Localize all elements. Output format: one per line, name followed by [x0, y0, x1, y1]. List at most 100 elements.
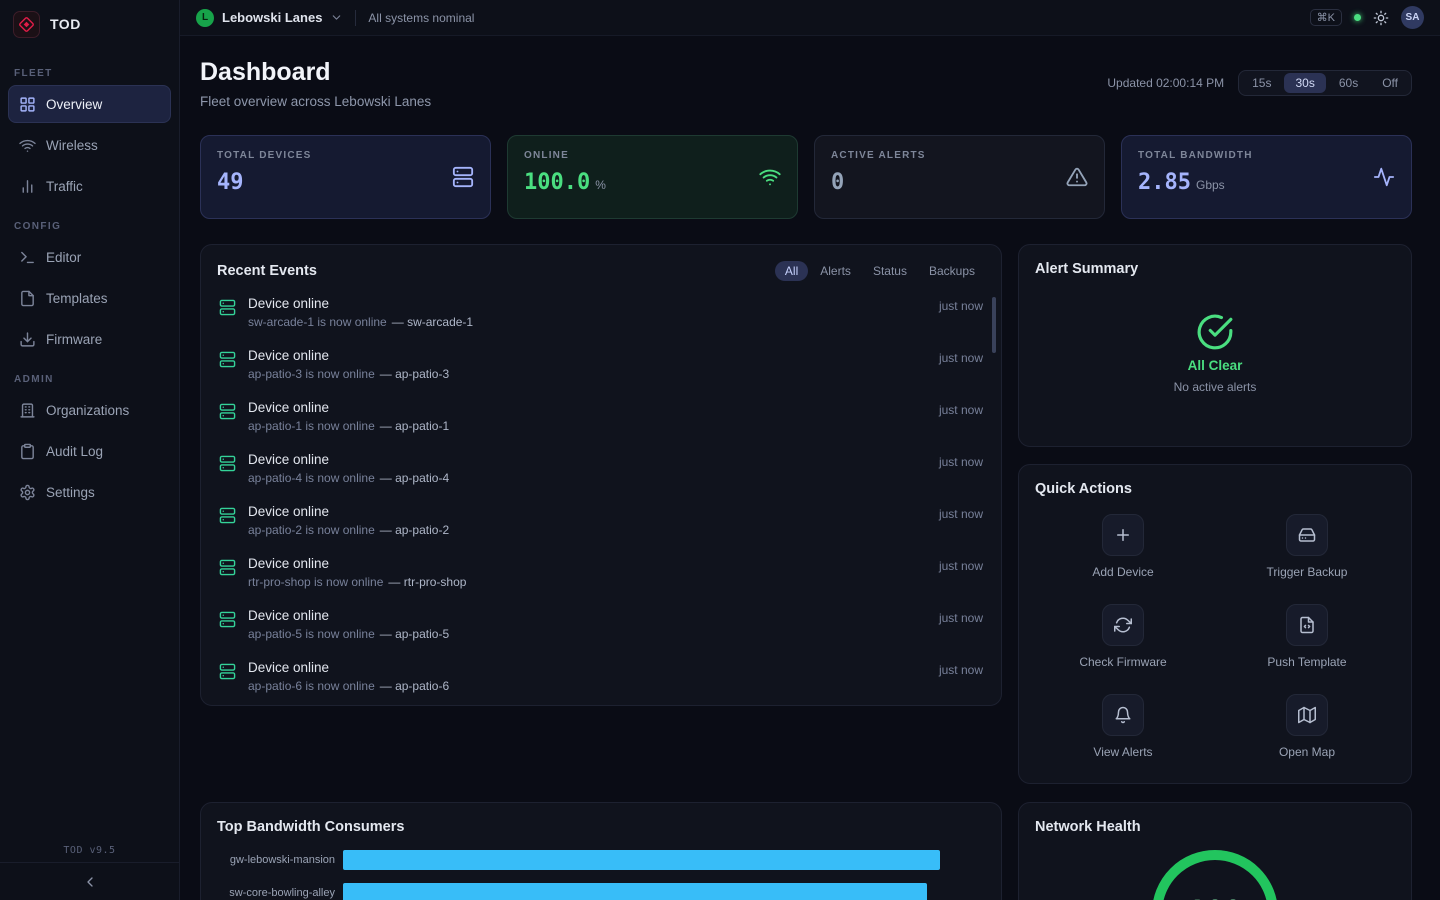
- event-device: — sw-arcade-1: [392, 315, 473, 329]
- quick-actions-title: Quick Actions: [1035, 481, 1395, 497]
- org-avatar: L: [196, 9, 214, 27]
- sidebar-item-audit-log[interactable]: Audit Log: [8, 432, 171, 470]
- event-row[interactable]: Device online ap-patio-5 is now online— …: [217, 599, 985, 651]
- sidebar-item-firmware[interactable]: Firmware: [8, 320, 171, 358]
- chevron-down-icon: [330, 11, 343, 24]
- wifi-icon: [19, 137, 36, 154]
- alert-summary-title: Alert Summary: [1035, 261, 1395, 277]
- quick-action-label: Open Map: [1279, 745, 1335, 759]
- stat-label: ACTIVE ALERTS: [831, 150, 1088, 161]
- event-row[interactable]: Device online ap-patio-3 is now online— …: [217, 339, 985, 391]
- quick-action-view-alerts[interactable]: View Alerts: [1035, 694, 1211, 759]
- event-device: — ap-patio-5: [380, 627, 449, 641]
- file-icon: [19, 290, 36, 307]
- quick-action-label: View Alerts: [1093, 745, 1152, 759]
- dashboard-content: Dashboard Fleet overview across Lebowski…: [180, 36, 1440, 900]
- sidebar-item-wireless[interactable]: Wireless: [8, 126, 171, 164]
- stat-unit: %: [595, 178, 606, 192]
- main-area: L Lebowski Lanes All systems nominal ⌘K …: [180, 0, 1440, 900]
- event-row[interactable]: Device online rtr-pro-shop is now online…: [217, 547, 985, 599]
- event-detail: ap-patio-5 is now online: [248, 627, 375, 641]
- quick-action-check-firmware[interactable]: Check Firmware: [1035, 604, 1211, 669]
- terminal-icon: [19, 249, 36, 266]
- event-row[interactable]: Device online ap-patio-1 is now online— …: [217, 391, 985, 443]
- sidebar-nav: FLEET Overview Wireless: [0, 48, 179, 862]
- event-detail: ap-patio-3 is now online: [248, 367, 375, 381]
- sun-icon[interactable]: [1373, 10, 1389, 26]
- network-health-panel: Network Health 100: [1018, 802, 1412, 900]
- event-time: just now: [939, 608, 983, 625]
- bandwidth-chart: gw-lebowski-mansionsw-core-bowling-alley: [217, 850, 985, 900]
- sidebar-item-traffic[interactable]: Traffic: [8, 167, 171, 205]
- stat-value: 2.85: [1138, 170, 1191, 195]
- activity-icon: [1373, 166, 1395, 188]
- event-device: — ap-patio-3: [380, 367, 449, 381]
- user-avatar[interactable]: SA: [1401, 6, 1424, 29]
- sidebar-item-label: Overview: [46, 97, 102, 112]
- sidebar-item-label: Wireless: [46, 138, 98, 153]
- quick-actions-panel: Quick Actions Add Device Trigger: [1018, 464, 1412, 784]
- sidebar-section: FLEET Overview Wireless: [0, 68, 179, 205]
- server-icon: [219, 663, 236, 680]
- refresh-off[interactable]: Off: [1371, 73, 1409, 93]
- event-row[interactable]: Device online ap-patio-6 is now online— …: [217, 651, 985, 703]
- grid-icon: [19, 96, 36, 113]
- sidebar-item-label: Audit Log: [46, 444, 103, 459]
- quick-action-add-device[interactable]: Add Device: [1035, 514, 1211, 579]
- quick-action-push-template[interactable]: Push Template: [1219, 604, 1395, 669]
- network-health-value: 100: [1149, 847, 1281, 900]
- recent-events-title: Recent Events: [217, 263, 317, 279]
- hard-drive-icon: [1298, 526, 1316, 544]
- page-subtitle: Fleet overview across Lebowski Lanes: [200, 94, 431, 109]
- server-icon: [219, 455, 236, 472]
- event-time: just now: [939, 504, 983, 521]
- events-filter-status[interactable]: Status: [863, 261, 917, 281]
- bandwidth-bar-label: gw-lebowski-mansion: [217, 854, 335, 866]
- alert-triangle-icon: [1066, 166, 1088, 188]
- event-row[interactable]: Device online ap-patio-4 is now online— …: [217, 443, 985, 495]
- sidebar-item-settings[interactable]: Settings: [8, 473, 171, 511]
- building-icon: [19, 402, 36, 419]
- event-time: just now: [939, 348, 983, 365]
- map-icon: [1298, 706, 1316, 724]
- bandwidth-bar: [343, 850, 940, 870]
- download-icon: [19, 331, 36, 348]
- sidebar-section: CONFIG Editor Templates: [0, 221, 179, 358]
- stat-value: 0: [831, 170, 844, 195]
- refresh-60s[interactable]: 60s: [1328, 73, 1369, 93]
- collapse-sidebar-button[interactable]: [0, 862, 179, 900]
- events-filter-backups[interactable]: Backups: [919, 261, 985, 281]
- events-scrollbar[interactable]: [992, 297, 996, 353]
- event-row[interactable]: Device online just now: [217, 703, 985, 706]
- refresh-15s[interactable]: 15s: [1241, 73, 1282, 93]
- sidebar: TOD FLEET Overview Wireless: [0, 0, 180, 900]
- sidebar-item-overview[interactable]: Overview: [8, 85, 171, 123]
- quick-action-open-map[interactable]: Open Map: [1219, 694, 1395, 759]
- connection-status-dot: [1354, 14, 1361, 21]
- sidebar-item-editor[interactable]: Editor: [8, 238, 171, 276]
- command-palette-hint[interactable]: ⌘K: [1310, 9, 1342, 26]
- event-row[interactable]: Device online sw-arcade-1 is now online—…: [217, 287, 985, 339]
- quick-action-label: Add Device: [1092, 565, 1153, 579]
- event-title: Device online: [248, 296, 927, 311]
- sidebar-item-label: Firmware: [46, 332, 102, 347]
- event-device: — ap-patio-2: [380, 523, 449, 537]
- server-icon: [219, 351, 236, 368]
- events-filter-alerts[interactable]: Alerts: [810, 261, 861, 281]
- sidebar-item-organizations[interactable]: Organizations: [8, 391, 171, 429]
- event-row[interactable]: Device online ap-patio-2 is now online— …: [217, 495, 985, 547]
- bandwidth-bar: [343, 883, 927, 900]
- refresh-30s[interactable]: 30s: [1284, 73, 1325, 93]
- quick-action-trigger-backup[interactable]: Trigger Backup: [1219, 514, 1395, 579]
- event-device: — ap-patio-4: [380, 471, 449, 485]
- gear-icon: [19, 484, 36, 501]
- org-switcher[interactable]: L Lebowski Lanes: [196, 9, 343, 27]
- refresh-icon: [1114, 616, 1132, 634]
- quick-action-label: Push Template: [1267, 655, 1346, 669]
- event-time: just now: [939, 400, 983, 417]
- bandwidth-bar-track: [343, 850, 985, 870]
- events-filter-all[interactable]: All: [775, 261, 808, 281]
- event-title: Device online: [248, 400, 927, 415]
- event-title: Device online: [248, 452, 927, 467]
- sidebar-item-templates[interactable]: Templates: [8, 279, 171, 317]
